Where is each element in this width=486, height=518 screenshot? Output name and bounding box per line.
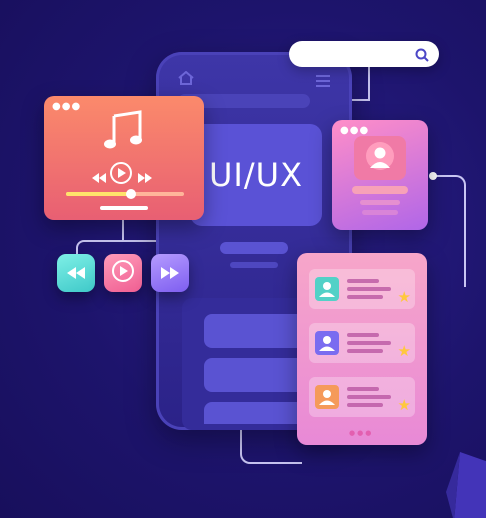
user-avatar-icon: [315, 390, 339, 413]
music-note-icon: [102, 110, 144, 150]
row-line: [347, 295, 383, 299]
connector-line: [122, 220, 126, 242]
list-item[interactable]: ★: [309, 377, 415, 417]
rewind-button[interactable]: [57, 254, 95, 292]
rewind-icon[interactable]: [92, 168, 106, 183]
fast-forward-button[interactable]: [151, 254, 189, 292]
row-line: [347, 333, 379, 337]
progress-track[interactable]: [66, 189, 184, 199]
pagination-dots: ●●●: [349, 429, 374, 437]
progress-caption-line: [100, 206, 148, 210]
connector-line: [432, 175, 466, 287]
menu-icon: [316, 72, 330, 87]
row-line: [347, 287, 391, 291]
profile-detail-line: [360, 200, 400, 205]
row-line: [347, 349, 383, 353]
row-line: [347, 387, 379, 391]
window-dots-icon: ●●●: [340, 125, 370, 136]
row-line: [347, 341, 391, 345]
fast-forward-icon: [161, 264, 179, 283]
profile-card: ●●●: [332, 120, 428, 230]
user-avatar-icon: [315, 336, 339, 359]
star-icon[interactable]: ★: [398, 398, 411, 413]
play-icon: [112, 260, 134, 286]
connector-line: [356, 67, 370, 101]
row-line: [347, 403, 383, 407]
illustration-scene: UI/UX ●●● ●●● ★ ★ ★ ●●●: [0, 0, 486, 518]
phone-pill: [230, 262, 278, 268]
phone-pill: [220, 242, 288, 254]
connector-dot: [429, 172, 437, 180]
progress-knob[interactable]: [125, 189, 136, 199]
avatar: [315, 277, 339, 301]
star-icon[interactable]: ★: [398, 344, 411, 359]
star-icon[interactable]: ★: [398, 290, 411, 305]
user-avatar-icon: [315, 282, 339, 305]
row-line: [347, 279, 379, 283]
profile-name-line: [352, 186, 408, 194]
uiux-label: UI/UX: [209, 156, 303, 194]
avatar: [315, 331, 339, 355]
fast-forward-icon[interactable]: [138, 168, 152, 183]
row-line: [347, 395, 391, 399]
play-button[interactable]: [104, 254, 142, 292]
search-bar[interactable]: [289, 41, 439, 67]
play-icon[interactable]: [110, 162, 132, 184]
profile-avatar: [354, 136, 406, 180]
progress-fill: [66, 192, 131, 196]
home-icon: [178, 70, 194, 85]
list-item[interactable]: ★: [309, 323, 415, 363]
decorative-cube: [440, 452, 486, 518]
rewind-icon: [67, 264, 85, 283]
avatar: [315, 385, 339, 409]
list-item[interactable]: ★: [309, 269, 415, 309]
contact-list-card: ★ ★ ★ ●●●: [297, 253, 427, 445]
search-icon[interactable]: [415, 47, 429, 62]
user-avatar-icon: [364, 138, 396, 178]
window-dots-icon: ●●●: [52, 101, 82, 112]
uiux-card: UI/UX: [190, 124, 322, 226]
profile-detail-line: [362, 210, 398, 215]
music-player-card: ●●●: [44, 96, 204, 220]
